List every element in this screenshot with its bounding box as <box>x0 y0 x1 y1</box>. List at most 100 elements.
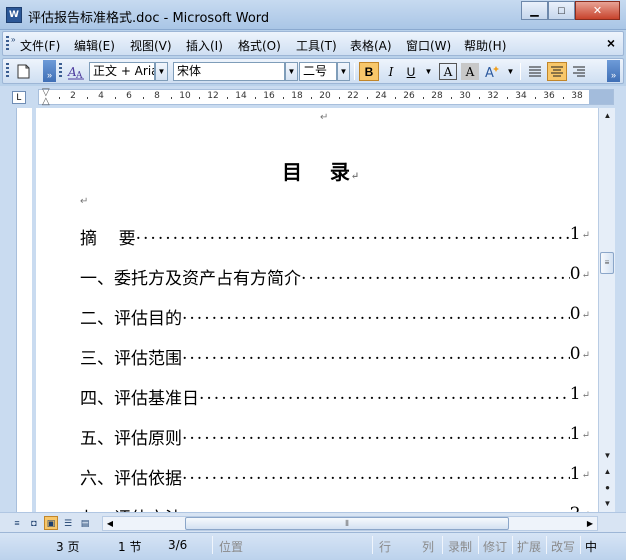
menu-items: 文件(F) 编辑(E) 视图(V) 插入(I) 格式(O) 工具(T) 表格(A… <box>20 37 520 54</box>
status-revise-toggle[interactable]: 修订 <box>483 538 507 555</box>
status-separator <box>546 536 547 554</box>
close-button[interactable]: ✕ <box>575 1 620 20</box>
word-app-icon[interactable]: W <box>6 7 22 23</box>
horizontal-ruler[interactable]: ▽ △ 2 4 6 8 10 12 14 16 18 20 22 24 26 28 30 32 34 36 38 <box>38 88 614 107</box>
toc-page-number: 1 <box>569 224 581 244</box>
ruler-tick-mark <box>563 97 564 99</box>
window-controls: ▁ □ ✕ <box>521 1 620 21</box>
bold-button[interactable]: B <box>359 62 379 81</box>
status-overtype-toggle[interactable]: 改写 <box>551 538 575 555</box>
scroll-down-arrow-icon[interactable]: ▼ <box>599 448 616 462</box>
status-page: 3 页 <box>56 540 80 554</box>
select-browse-object-icon[interactable]: ● <box>599 480 616 494</box>
toolbar2-grip-handle[interactable] <box>59 63 62 79</box>
menu-format[interactable]: 格式(O) <box>238 37 296 54</box>
toc-entry[interactable]: 六、评估依据..................................… <box>80 464 590 489</box>
menu-view[interactable]: 视图(V) <box>130 37 186 54</box>
maximize-button[interactable]: □ <box>548 1 575 20</box>
toolbar-grip-handle[interactable] <box>6 63 9 79</box>
new-document-icon[interactable] <box>13 62 33 81</box>
normal-view-icon[interactable]: ≡ <box>10 516 24 530</box>
align-justify-icon[interactable] <box>525 62 545 81</box>
toc-entry-label: 一、委托方及资产占有方简介 <box>80 269 301 289</box>
ruler-tick-mark <box>227 97 228 99</box>
minimize-button[interactable]: ▁ <box>521 1 548 20</box>
ruler-tick-label: 4 <box>98 91 104 101</box>
toc-entry[interactable]: 五、评估原则..................................… <box>80 424 590 449</box>
outline-view-icon[interactable]: ☰ <box>61 516 75 530</box>
ruler-tick-mark <box>451 97 452 99</box>
document-page[interactable]: ↵ 目 录↵ ↵ 摘 要............................… <box>36 108 598 512</box>
toc-entry[interactable]: 七、评估方法..................................… <box>80 504 590 512</box>
left-gutter <box>0 108 12 512</box>
vertical-scrollbar[interactable]: ▲ ≡ ▼ ▲ ● ▼ <box>598 108 615 512</box>
font-size-dropdown-arrow-icon[interactable]: ▼ <box>337 62 350 81</box>
menu-window[interactable]: 窗口(W) <box>406 37 464 54</box>
menu-file[interactable]: 文件(F) <box>20 37 74 54</box>
status-extend-toggle[interactable]: 扩展 <box>517 538 541 555</box>
horizontal-scroll-thumb[interactable]: ⦀ <box>185 517 509 530</box>
ruler-tick-mark <box>59 97 60 99</box>
toc-leader-dots: ........................................… <box>182 424 570 444</box>
svg-text:A: A <box>485 66 494 80</box>
italic-button[interactable]: I <box>381 62 401 81</box>
font-combo[interactable]: 宋体 <box>173 62 285 81</box>
scroll-right-arrow-icon[interactable]: ▶ <box>583 517 597 530</box>
status-record-toggle[interactable]: 录制 <box>448 538 472 555</box>
font-dropdown-arrow-icon[interactable]: ▼ <box>285 62 298 81</box>
text-effects-dropdown-arrow-icon[interactable]: ▼ <box>504 62 517 81</box>
menu-tools[interactable]: 工具(T) <box>296 37 350 54</box>
previous-page-icon[interactable]: ▲ <box>599 464 616 478</box>
menu-bar: » 文件(F) 编辑(E) 视图(V) 插入(I) 格式(O) 工具(T) 表格… <box>2 31 624 56</box>
menu-edit[interactable]: 编辑(E) <box>74 37 130 54</box>
paragraph-mark: ↵ <box>581 430 590 441</box>
toc-leader-dots: ........................................… <box>182 504 570 512</box>
menu-help[interactable]: 帮助(H) <box>464 37 520 54</box>
font-size-combo[interactable]: 二号 <box>299 62 337 81</box>
underline-button[interactable]: U <box>401 62 421 81</box>
character-border-button[interactable]: A <box>439 63 457 80</box>
status-separator <box>478 536 479 554</box>
align-center-icon[interactable] <box>547 62 567 81</box>
toc-entry[interactable]: 摘 要.....................................… <box>80 224 590 249</box>
horizontal-scrollbar[interactable]: ◀ ⦀ ▶ <box>102 516 598 531</box>
print-layout-view-icon[interactable]: ▣ <box>44 516 58 530</box>
scroll-left-arrow-icon[interactable]: ◀ <box>103 517 117 530</box>
toc-entry-label: 五、评估原则 <box>80 429 182 449</box>
menu-grip-handle[interactable] <box>6 36 9 52</box>
scroll-up-arrow-icon[interactable]: ▲ <box>599 108 616 122</box>
status-separator <box>372 536 373 554</box>
vertical-ruler[interactable] <box>16 108 32 512</box>
styles-pane-icon[interactable]: AA <box>65 62 87 81</box>
style-dropdown-arrow-icon[interactable]: ▼ <box>155 62 168 81</box>
vertical-scroll-thumb[interactable]: ≡ <box>600 252 614 274</box>
menu-insert[interactable]: 插入(I) <box>186 37 238 54</box>
menu-overflow-icon[interactable]: » <box>11 35 17 51</box>
ruler-tick-mark <box>283 97 284 99</box>
toc-entry[interactable]: 四、评估基准日.................................… <box>80 384 590 409</box>
toc-entry[interactable]: 二、评估目的..................................… <box>80 304 590 329</box>
toc-page-number: 1 <box>569 384 581 404</box>
next-page-icon[interactable]: ▼ <box>599 496 616 510</box>
character-shading-button[interactable]: A <box>461 63 479 80</box>
text-effects-icon[interactable]: A <box>483 62 503 81</box>
web-layout-view-icon[interactable]: ◘ <box>27 516 41 530</box>
close-document-icon[interactable]: × <box>607 35 615 51</box>
ruler-tick-mark <box>199 97 200 99</box>
view-and-hscroll-bar: ≡ ◘ ▣ ☰ ▤ ◀ ⦀ ▶ <box>0 512 626 532</box>
ruler-tick-label: 32 <box>487 91 499 101</box>
first-line-indent-marker-icon[interactable]: ▽ △ <box>42 88 50 107</box>
standard-toolbar-overflow-icon[interactable]: » <box>43 60 56 82</box>
toc-entry[interactable]: 三、评估范围..................................… <box>80 344 590 369</box>
reading-layout-view-icon[interactable]: ▤ <box>78 516 92 530</box>
align-right-icon[interactable] <box>569 62 589 81</box>
ruler-tick-mark <box>479 97 480 99</box>
toc-leader-dots: ........................................… <box>182 304 570 324</box>
window-title: 评估报告标准格式.doc - Microsoft Word <box>28 11 270 26</box>
menu-table[interactable]: 表格(A) <box>350 37 406 54</box>
formatting-toolbar-overflow-icon[interactable]: » <box>607 60 620 82</box>
style-combo[interactable]: 正文 + Aria <box>89 62 155 81</box>
tab-selector-icon[interactable]: L <box>12 91 26 104</box>
toc-entry[interactable]: 一、委托方及资产占有方简介...........................… <box>80 264 590 289</box>
underline-dropdown-arrow-icon[interactable]: ▼ <box>422 62 435 81</box>
